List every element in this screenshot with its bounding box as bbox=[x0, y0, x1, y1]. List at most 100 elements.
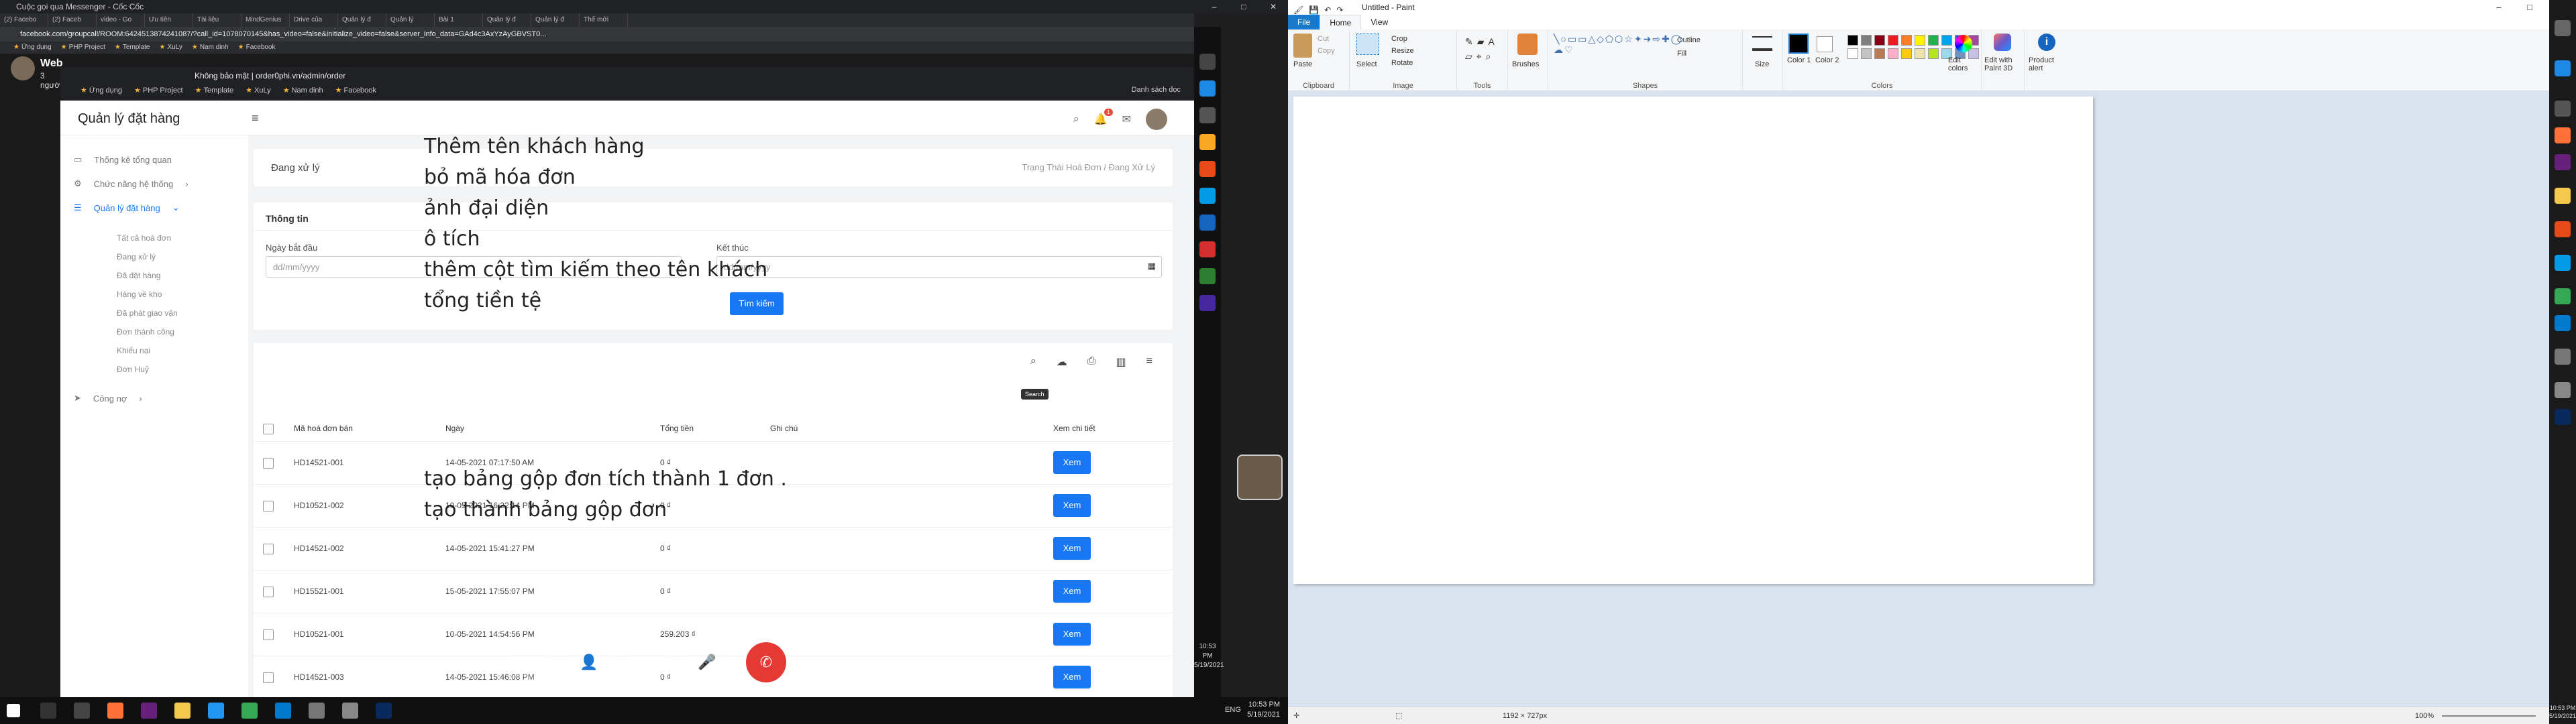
bookmark-item[interactable]: ★ PHP Project bbox=[61, 42, 105, 54]
info-icon[interactable]: i bbox=[2038, 34, 2055, 51]
maximize-icon[interactable]: □ bbox=[1229, 0, 1258, 13]
app-icon[interactable] bbox=[1199, 54, 1216, 70]
print-icon[interactable]: ⎙ bbox=[1087, 355, 1096, 369]
view-button[interactable]: Xem bbox=[1053, 580, 1091, 603]
paste-icon[interactable] bbox=[1293, 34, 1312, 58]
view-button[interactable]: Xem bbox=[1053, 537, 1091, 560]
paint3d-button[interactable]: Edit with Paint 3D bbox=[1984, 56, 2023, 72]
sidebar-sub-item[interactable]: Đơn Huỷ bbox=[117, 365, 149, 374]
photoshop-icon[interactable] bbox=[2555, 409, 2571, 425]
view-button[interactable]: Xem bbox=[1053, 451, 1091, 474]
browser-tab[interactable]: (2) Faceb bbox=[48, 13, 97, 27]
firefox-icon[interactable] bbox=[107, 703, 123, 719]
copy-button[interactable]: Copy bbox=[1318, 47, 1335, 55]
calendar-icon[interactable]: ▦ bbox=[1148, 261, 1156, 272]
browser-tab[interactable]: Quản lý đ bbox=[531, 13, 580, 27]
resize-button[interactable]: Resize bbox=[1391, 47, 1414, 55]
tab-file[interactable]: File bbox=[1288, 15, 1320, 29]
row-checkbox[interactable] bbox=[263, 501, 274, 511]
outline-button[interactable]: Outline bbox=[1677, 36, 1701, 44]
visual-studio-icon[interactable] bbox=[141, 703, 157, 719]
sidebar-item-overview[interactable]: ▭ Thống kê tổng quan bbox=[74, 154, 172, 165]
visual-studio-icon[interactable] bbox=[2555, 154, 2571, 170]
sidebar-item-debt[interactable]: ➤ Công nợ › bbox=[74, 393, 142, 404]
line-size-icon[interactable] bbox=[1752, 36, 1772, 51]
bookmark-item[interactable]: ★ Ứng dụng bbox=[13, 42, 52, 54]
row-checkbox[interactable] bbox=[263, 629, 274, 640]
drawing-canvas[interactable] bbox=[1293, 97, 2093, 584]
search-icon[interactable]: ⌕ bbox=[1030, 355, 1036, 369]
app-icon[interactable] bbox=[2555, 60, 2571, 76]
view-button[interactable]: Xem bbox=[1053, 623, 1091, 646]
view-button[interactable]: Xem bbox=[1053, 494, 1091, 517]
sidebar-sub-item[interactable]: Khiếu nại bbox=[117, 346, 150, 355]
palette-color-swatch[interactable] bbox=[1928, 35, 1939, 46]
bookmark-item[interactable]: ★ XuLy bbox=[159, 42, 182, 54]
browser-tab[interactable]: Ưu tiên bbox=[145, 13, 193, 27]
end-date-input[interactable]: dd/mm/yyyy ▦ bbox=[716, 256, 1162, 278]
self-view-thumbnail[interactable] bbox=[1237, 455, 1283, 500]
maximize-icon[interactable]: □ bbox=[2514, 0, 2545, 15]
menu-icon[interactable]: ≡ bbox=[252, 111, 259, 125]
cloud-download-icon[interactable]: ☁ bbox=[1057, 355, 1067, 369]
app-icon[interactable] bbox=[1199, 161, 1216, 177]
search-icon[interactable] bbox=[40, 703, 56, 719]
mic-button[interactable]: 🎤 bbox=[687, 642, 727, 682]
app-icon[interactable] bbox=[1199, 295, 1216, 311]
close-icon[interactable]: ✕ bbox=[1258, 0, 1288, 13]
palette-color-swatch[interactable] bbox=[1888, 48, 1898, 59]
app-icon[interactable] bbox=[2555, 255, 2571, 271]
brushes-button[interactable]: Brushes bbox=[1512, 60, 1539, 68]
crop-button[interactable]: Crop bbox=[1391, 35, 1407, 43]
row-checkbox[interactable] bbox=[263, 544, 274, 554]
sidebar-sub-item[interactable]: Đã phát giao vận bbox=[117, 308, 178, 318]
bell-icon[interactable]: 🔔 1 bbox=[1094, 109, 1113, 126]
app-icon[interactable] bbox=[2555, 349, 2571, 365]
minimize-icon[interactable]: – bbox=[2483, 0, 2514, 15]
browser-icon[interactable] bbox=[241, 703, 258, 719]
photoshop-icon[interactable] bbox=[376, 703, 392, 719]
palette-color-swatch[interactable] bbox=[1847, 35, 1858, 46]
palette-color-swatch[interactable] bbox=[1874, 48, 1885, 59]
rotate-button[interactable]: Rotate bbox=[1391, 59, 1413, 67]
add-people-button[interactable]: 👤 bbox=[569, 642, 609, 682]
sidebar-sub-item[interactable]: Hàng về kho bbox=[117, 290, 162, 299]
app-icon[interactable] bbox=[1199, 107, 1216, 123]
vscode-icon[interactable] bbox=[2555, 315, 2571, 331]
product-alert-button[interactable]: Product alert bbox=[2029, 56, 2066, 72]
row-checkbox[interactable] bbox=[263, 587, 274, 597]
app-icon[interactable] bbox=[309, 703, 325, 719]
app-icon[interactable] bbox=[2555, 20, 2571, 36]
filter-icon[interactable]: ≡ bbox=[1146, 355, 1152, 369]
share-screen-button[interactable]: ⇪ bbox=[510, 642, 550, 682]
palette-color-swatch[interactable] bbox=[1901, 48, 1912, 59]
bookmark-item[interactable]: ★ Facebook bbox=[238, 42, 276, 54]
size-button[interactable]: Size bbox=[1755, 60, 1769, 68]
color1-swatch[interactable] bbox=[1788, 34, 1809, 54]
tab-home[interactable]: Home bbox=[1320, 15, 1362, 29]
browser-tab[interactable]: Thế mới bbox=[580, 13, 628, 27]
minimize-icon[interactable]: – bbox=[1199, 0, 1229, 13]
shapes-gallery-icon[interactable]: ╲○▭▭△◇⬠⬡☆✦➜⇨✚◯☁♡ bbox=[1554, 34, 1681, 55]
browser-tab[interactable]: MindGenius bbox=[241, 13, 290, 27]
palette-color-swatch[interactable] bbox=[1861, 48, 1872, 59]
app-icon[interactable] bbox=[2555, 382, 2571, 398]
edit-colors-icon[interactable] bbox=[1955, 35, 1972, 52]
address-bar[interactable]: facebook.com/groupcall/ROOM:642451387424… bbox=[0, 27, 1194, 42]
zoom-slider[interactable] bbox=[2442, 715, 2536, 717]
bookmark-item[interactable]: ★ Nam dinh bbox=[192, 42, 229, 54]
app-icon[interactable] bbox=[1199, 134, 1216, 150]
palette-color-swatch[interactable] bbox=[1915, 35, 1925, 46]
brush-icon[interactable] bbox=[1517, 34, 1538, 55]
search-icon[interactable]: ⌕ bbox=[1073, 113, 1079, 125]
browser-tab[interactable]: Quản lý bbox=[386, 13, 435, 27]
edit-colors-button[interactable]: Edit colors bbox=[1948, 56, 1981, 72]
app-icon[interactable] bbox=[2555, 101, 2571, 117]
row-checkbox[interactable] bbox=[263, 458, 274, 469]
folder-icon[interactable] bbox=[174, 703, 191, 719]
app-icon[interactable] bbox=[1199, 241, 1216, 257]
app-icon[interactable] bbox=[208, 703, 224, 719]
camera-button[interactable]: ▶ bbox=[628, 642, 668, 682]
fill-button[interactable]: Fill bbox=[1677, 50, 1686, 58]
palette-color-swatch[interactable] bbox=[1847, 48, 1858, 59]
